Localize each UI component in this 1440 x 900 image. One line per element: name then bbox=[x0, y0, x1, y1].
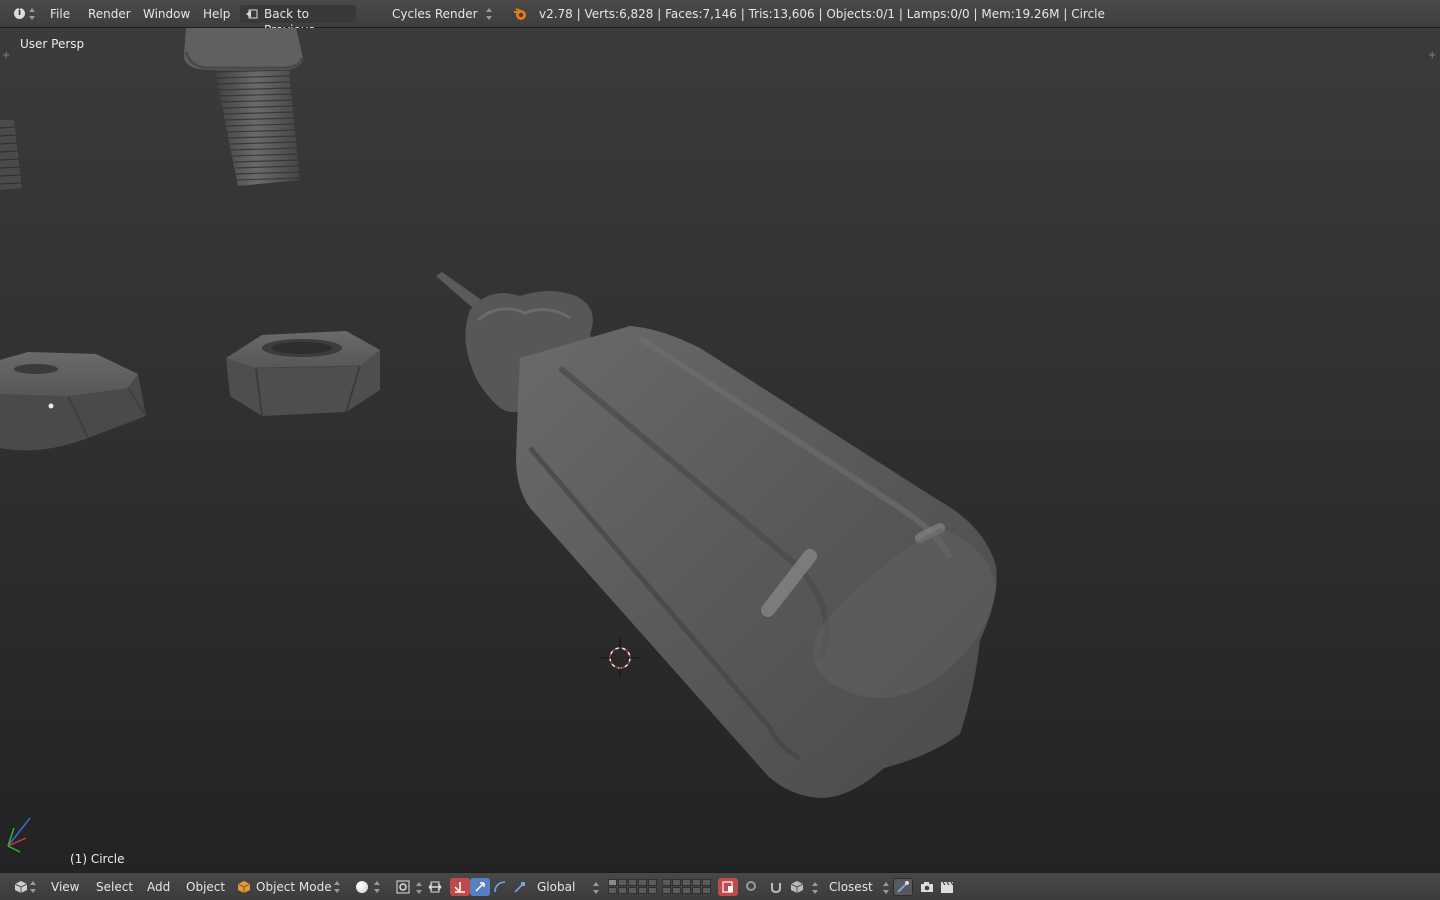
clapperboard-icon bbox=[941, 881, 954, 893]
solid-shading-icon bbox=[356, 881, 368, 893]
camera-icon bbox=[921, 882, 933, 892]
scale-manipulator-button[interactable] bbox=[490, 878, 510, 896]
axis-gizmo-icon bbox=[7, 817, 31, 853]
updown-arrows-icon bbox=[486, 8, 492, 20]
updown-arrows-icon bbox=[593, 882, 599, 894]
proportional-editing-button[interactable] bbox=[742, 878, 762, 896]
render-opengl-image-button[interactable] bbox=[918, 878, 936, 896]
info-header: i File Render Window Help Back to Previo… bbox=[0, 0, 1440, 37]
manipulator-toggle[interactable] bbox=[424, 878, 446, 896]
arc-icon bbox=[494, 881, 506, 893]
snap-toggle-button[interactable] bbox=[766, 878, 786, 896]
pivot-point-icon bbox=[396, 880, 410, 894]
updown-arrows-icon bbox=[883, 882, 889, 894]
3d-view-header: View Select Add Object Object Mode Globa… bbox=[0, 872, 1440, 900]
pivot-point-selector[interactable] bbox=[392, 878, 414, 896]
updown-arrows-icon bbox=[30, 881, 36, 893]
updown-arrows-icon bbox=[374, 881, 380, 893]
layers-group-1[interactable] bbox=[608, 879, 657, 894]
back-to-previous-button[interactable]: Back to Previous bbox=[240, 5, 356, 37]
menu-select[interactable]: Select bbox=[96, 879, 133, 895]
viewport-shading-selector[interactable] bbox=[352, 878, 384, 896]
proportional-edit-icon bbox=[746, 881, 756, 891]
menu-view[interactable]: View bbox=[51, 879, 79, 895]
transform-manipulator-button[interactable] bbox=[510, 878, 530, 896]
render-engine-selector[interactable]: Cycles Render bbox=[392, 6, 478, 22]
snap-align-rotation-button[interactable] bbox=[893, 878, 913, 896]
translate-icon bbox=[454, 882, 465, 893]
mode-label: Object Mode bbox=[256, 880, 332, 894]
editor-type-selector[interactable]: i bbox=[8, 5, 36, 23]
info-icon: i bbox=[14, 8, 25, 19]
updown-arrows-icon bbox=[334, 881, 340, 893]
snap-element-selector[interactable] bbox=[788, 878, 808, 896]
menu-add[interactable]: Add bbox=[147, 879, 170, 895]
origin-dot bbox=[48, 403, 54, 409]
back-arrow-icon bbox=[246, 9, 258, 19]
scene-render bbox=[0, 28, 997, 853]
translate-manipulator-button[interactable] bbox=[450, 878, 470, 896]
mode-selector[interactable]: Object Mode bbox=[233, 878, 345, 896]
scene-statistics: v2.78 | Verts:6,828 | Faces:7,146 | Tris… bbox=[539, 7, 1105, 21]
rotate-icon bbox=[475, 882, 485, 892]
layers-group-2[interactable] bbox=[662, 879, 711, 894]
updown-arrows-icon bbox=[416, 882, 422, 894]
nut-center-mesh[interactable] bbox=[226, 331, 380, 417]
scale-icon bbox=[514, 882, 525, 893]
rotate-manipulator-button[interactable] bbox=[470, 878, 490, 896]
lock-camera-layers-button[interactable] bbox=[718, 878, 738, 896]
snap-target-selector[interactable]: Closest bbox=[829, 879, 873, 895]
snap-volume-icon bbox=[790, 881, 804, 893]
nut-left-mesh[interactable] bbox=[0, 352, 147, 451]
render-opengl-animation-button[interactable] bbox=[938, 878, 956, 896]
active-object-label: (1) Circle bbox=[70, 852, 125, 866]
screwdriver-mesh[interactable] bbox=[436, 272, 997, 798]
layers-lock-icon bbox=[722, 881, 733, 893]
bolt-mesh[interactable] bbox=[184, 28, 304, 186]
updown-arrows-icon bbox=[29, 8, 35, 20]
blender-logo-icon bbox=[514, 8, 526, 20]
align-rotation-icon bbox=[897, 881, 909, 893]
view-type-label: User Persp bbox=[20, 37, 85, 51]
menu-help[interactable]: Help bbox=[203, 6, 230, 22]
transform-orientation-selector[interactable]: Global bbox=[537, 879, 575, 895]
menu-file[interactable]: File bbox=[50, 6, 70, 22]
3d-view-icon bbox=[14, 881, 28, 893]
menu-object[interactable]: Object bbox=[186, 879, 225, 895]
3d-cursor-icon[interactable] bbox=[600, 638, 640, 678]
menu-render[interactable]: Render bbox=[88, 6, 131, 22]
updown-arrows-icon bbox=[812, 882, 818, 894]
editor-type-selector[interactable] bbox=[10, 878, 38, 896]
3d-viewport[interactable]: + + User Persp (1) Circle bbox=[0, 28, 1440, 872]
menu-window[interactable]: Window bbox=[143, 6, 190, 22]
object-mode-cube-icon bbox=[238, 881, 250, 893]
bolt-partial-mesh[interactable] bbox=[0, 120, 23, 190]
magnet-icon bbox=[771, 883, 781, 894]
manipulator-icon bbox=[428, 881, 442, 893]
region-expand-left-icon[interactable]: + bbox=[2, 51, 12, 61]
region-expand-right-icon[interactable]: + bbox=[1428, 51, 1438, 61]
